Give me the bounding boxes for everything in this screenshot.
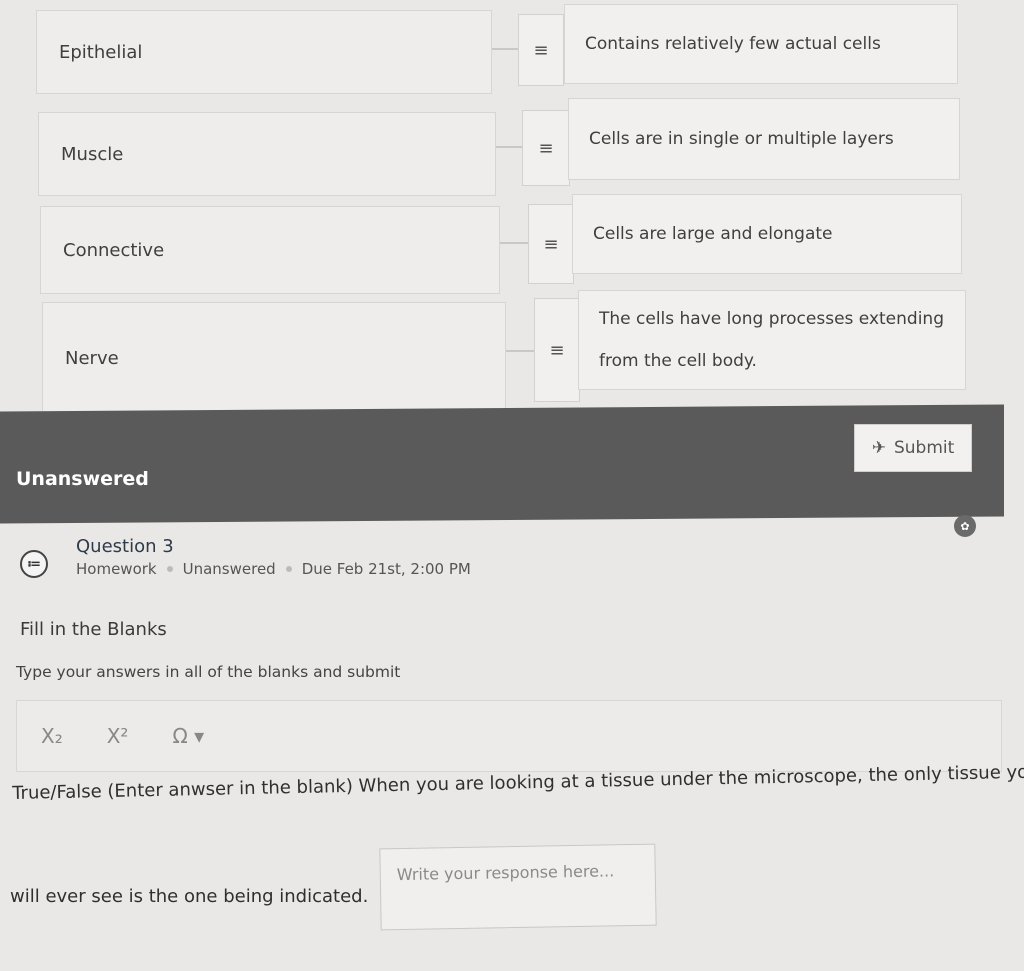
status-label: Unanswered <box>16 468 149 490</box>
term-label: Nerve <box>65 347 119 369</box>
subscript-icon[interactable]: X₂ <box>41 724 63 748</box>
submit-label: Submit <box>893 438 955 458</box>
question-list-icon: ≔ <box>20 550 48 578</box>
drag-handle-icon: ≡ <box>538 137 554 159</box>
connector-line <box>492 48 518 50</box>
omega-icon[interactable]: Ω ▾ <box>172 724 204 748</box>
definition-label: Cells are in single or multiple layers <box>589 129 894 149</box>
drag-handle-icon: ≡ <box>549 339 565 361</box>
definition-item[interactable]: The cells have long processes extending … <box>578 290 966 390</box>
connector-line <box>500 242 528 244</box>
question-type-title: Fill in the Blanks <box>20 619 167 640</box>
term-label: Muscle <box>61 143 124 165</box>
send-icon: ✈ <box>871 438 886 458</box>
gear-icon[interactable]: ✿ <box>954 515 976 537</box>
question-title: Question 3 <box>76 536 174 557</box>
connector-line <box>506 350 534 352</box>
definition-label: The cells have long processes extending … <box>599 309 944 371</box>
term-epithelial[interactable]: Epithelial <box>36 10 492 94</box>
instruction-text: Type your answers in all of the blanks a… <box>16 663 401 681</box>
question-meta: Homework Unanswered Due Feb 21st, 2:00 P… <box>76 560 471 578</box>
meta-homework: Homework <box>76 560 157 578</box>
term-connective[interactable]: Connective <box>40 206 500 294</box>
meta-status: Unanswered <box>182 560 276 578</box>
drag-handle[interactable]: ≡ <box>518 14 564 86</box>
drag-handle-icon: ≡ <box>533 39 549 61</box>
drag-handle[interactable]: ≡ <box>534 298 580 402</box>
connector-line <box>496 146 522 148</box>
term-label: Epithelial <box>59 41 143 63</box>
term-nerve[interactable]: Nerve <box>42 302 506 414</box>
term-muscle[interactable]: Muscle <box>38 112 496 196</box>
separator-dot <box>166 566 173 572</box>
separator-dot <box>285 566 292 572</box>
drag-handle[interactable]: ≡ <box>522 110 570 186</box>
definition-label: Cells are large and elongate <box>593 224 833 244</box>
drag-handle[interactable]: ≡ <box>528 204 574 284</box>
term-label: Connective <box>63 239 165 261</box>
superscript-icon[interactable]: X² <box>107 724 129 748</box>
question-text-part2: will ever see is the one being indicated… <box>10 886 369 907</box>
submit-button[interactable]: ✈ Submit <box>854 424 972 472</box>
drag-handle-icon: ≡ <box>543 233 559 255</box>
definition-item[interactable]: Cells are large and elongate <box>572 194 962 274</box>
definition-label: Contains relatively few actual cells <box>585 34 881 54</box>
definition-item[interactable]: Cells are in single or multiple layers <box>568 98 960 180</box>
formatting-toolbar: X₂ X² Ω ▾ <box>16 700 1002 772</box>
response-input[interactable] <box>379 843 657 931</box>
definition-item[interactable]: Contains relatively few actual cells <box>564 4 958 84</box>
meta-due: Due Feb 21st, 2:00 PM <box>301 560 471 578</box>
